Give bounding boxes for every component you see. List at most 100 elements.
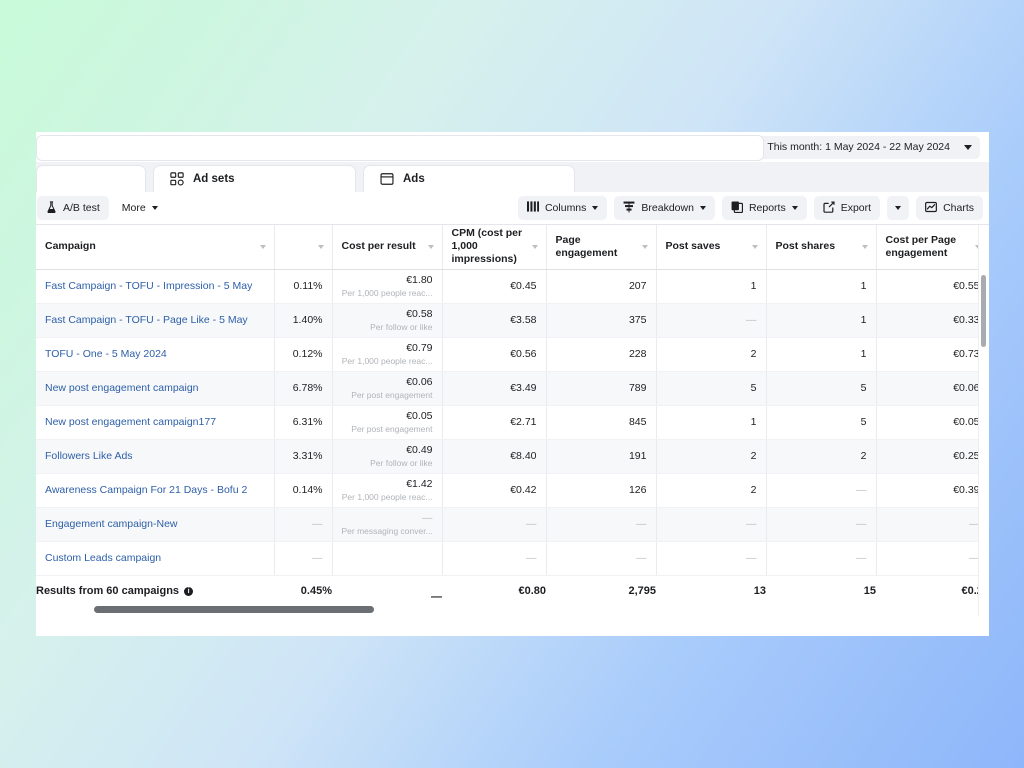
col-label-cost-per-result: Cost per result bbox=[341, 240, 416, 253]
cell-cpm: €0.42 bbox=[442, 473, 547, 508]
tab-ad-sets[interactable]: Ad sets bbox=[153, 165, 356, 192]
cost-per-result-value: €1.42 bbox=[406, 478, 433, 490]
cell-page-engagement: — bbox=[546, 507, 657, 542]
cell-cost-per-result: €0.06 Per post engagement bbox=[332, 371, 443, 406]
cost-per-result-unit: Per messaging conver... bbox=[341, 526, 433, 536]
tab-campaigns[interactable] bbox=[36, 165, 146, 192]
col-label-campaign: Campaign bbox=[45, 240, 96, 253]
campaign-link[interactable]: Custom Leads campaign bbox=[45, 552, 161, 564]
breakdown-label: Breakdown bbox=[641, 202, 694, 214]
columns-icon bbox=[526, 201, 539, 215]
campaign-link[interactable]: New post engagement campaign bbox=[45, 382, 199, 394]
date-range-selector[interactable]: This month: 1 May 2024 - 22 May 2024 bbox=[757, 135, 980, 159]
search-input[interactable] bbox=[36, 135, 764, 161]
summary-post-shares: 15 bbox=[863, 585, 876, 598]
table-header: Campaign Cost per result CPM (cost per 1… bbox=[36, 225, 989, 270]
cell-campaign: Followers Like Ads bbox=[36, 439, 275, 474]
info-icon[interactable]: i bbox=[184, 587, 194, 597]
export-label: Export bbox=[840, 202, 872, 214]
table-row[interactable]: Followers Like Ads 3.31% €0.49 Per follow o… bbox=[36, 439, 989, 474]
cell-ctr: 6.78% bbox=[274, 371, 333, 406]
table-toolbar: A/B test More Columns Breakdown Reports … bbox=[36, 192, 989, 224]
cell-campaign: Custom Leads campaign bbox=[36, 541, 275, 576]
chevron-down-icon bbox=[317, 244, 324, 249]
table-row[interactable]: Engagement campaign-New — — Per messaging c… bbox=[36, 507, 989, 542]
campaign-link[interactable]: Fast Campaign - TOFU - Page Like - 5 May bbox=[45, 314, 248, 326]
tab-ads-label: Ads bbox=[403, 173, 425, 185]
col-header-post-shares[interactable]: Post shares bbox=[766, 225, 877, 270]
cell-page-engagement: — bbox=[546, 541, 657, 576]
cell-cost-per-result: €0.49 Per follow or like bbox=[332, 439, 443, 474]
more-button[interactable]: More bbox=[113, 196, 167, 220]
vertical-scrollbar-track[interactable] bbox=[978, 225, 989, 616]
cost-per-result-unit: Per follow or like bbox=[370, 322, 433, 332]
col-header-cost-per-page-engagement[interactable]: Cost per Page engagement bbox=[876, 225, 989, 270]
summary-ctr: 0.45% bbox=[300, 585, 332, 598]
cell-post-shares: — bbox=[766, 507, 877, 542]
table-row[interactable]: New post engagement campaign177 6.31% €0.0… bbox=[36, 405, 989, 440]
vertical-scrollbar[interactable] bbox=[981, 275, 986, 347]
reports-icon bbox=[731, 201, 743, 216]
cell-page-engagement: 126 bbox=[546, 473, 657, 508]
export-button[interactable]: Export bbox=[813, 196, 881, 220]
summary-title: Results from 60 campaigns bbox=[36, 585, 180, 598]
cell-campaign: Fast Campaign - TOFU - Page Like - 5 May bbox=[36, 303, 275, 338]
export-icon bbox=[823, 201, 835, 216]
table-row[interactable]: Custom Leads campaign — — — — — — bbox=[36, 541, 989, 576]
ab-test-button[interactable]: A/B test bbox=[37, 196, 109, 220]
cell-campaign: Fast Campaign - TOFU - Impression - 5 Ma… bbox=[36, 269, 275, 304]
cost-per-result-value: €0.05 bbox=[406, 410, 433, 422]
col-header-cost-per-result[interactable]: Cost per result bbox=[332, 225, 443, 270]
reports-button[interactable]: Reports bbox=[721, 196, 807, 220]
ads-window-icon bbox=[380, 172, 394, 186]
cell-post-saves: 2 bbox=[656, 473, 767, 508]
cell-post-shares: 1 bbox=[766, 303, 877, 338]
table-row[interactable]: Fast Campaign - TOFU - Page Like - 5 May… bbox=[36, 303, 989, 338]
campaign-link[interactable]: Fast Campaign - TOFU - Impression - 5 Ma… bbox=[45, 280, 252, 292]
cell-post-shares: 5 bbox=[766, 405, 877, 440]
cell-post-shares: 2 bbox=[766, 439, 877, 474]
horizontal-scrollbar[interactable] bbox=[94, 606, 374, 613]
col-header-page-engagement[interactable]: Page engagement bbox=[546, 225, 657, 270]
table-row[interactable]: Awareness Campaign For 21 Days - Bofu 2 0… bbox=[36, 473, 989, 508]
cell-post-shares: — bbox=[766, 541, 877, 576]
cell-ctr: 1.40% bbox=[274, 303, 333, 338]
campaign-link[interactable]: Awareness Campaign For 21 Days - Bofu 2 bbox=[45, 484, 247, 496]
table-row[interactable]: New post engagement campaign 6.78% €0.06 Pe… bbox=[36, 371, 989, 406]
cell-cost-per-page-engagement: — bbox=[876, 507, 989, 542]
campaign-link[interactable]: Engagement campaign-New bbox=[45, 518, 178, 530]
table-row[interactable]: TOFU - One - 5 May 2024 0.12% €0.79 Per 1,0… bbox=[36, 337, 989, 372]
tab-ad-sets-label: Ad sets bbox=[193, 173, 235, 185]
summary-page-engagement: 2,795 bbox=[628, 585, 656, 598]
cell-page-engagement: 228 bbox=[546, 337, 657, 372]
cell-cost-per-page-engagement: €0.55 bbox=[876, 269, 989, 304]
cell-page-engagement: 375 bbox=[546, 303, 657, 338]
ads-manager-window: This month: 1 May 2024 - 22 May 2024 Ad … bbox=[36, 132, 989, 636]
table-row[interactable]: Fast Campaign - TOFU - Impression - 5 Ma… bbox=[36, 269, 989, 304]
campaign-link[interactable]: New post engagement campaign177 bbox=[45, 416, 216, 428]
cell-ctr: 3.31% bbox=[274, 439, 333, 474]
cell-cost-per-page-engagement: €0.25 bbox=[876, 439, 989, 474]
col-header-cpm[interactable]: CPM (cost per 1,000 impressions) bbox=[442, 225, 547, 270]
export-dropdown-button[interactable] bbox=[887, 196, 910, 220]
cell-post-shares: 5 bbox=[766, 371, 877, 406]
cost-per-result-unit: Per post engagement bbox=[351, 390, 433, 400]
campaigns-table-container[interactable]: Campaign Cost per result CPM (cost per 1… bbox=[36, 224, 989, 619]
tab-ads[interactable]: Ads bbox=[363, 165, 575, 192]
cost-per-result-value: €0.49 bbox=[406, 444, 433, 456]
campaign-link[interactable]: Followers Like Ads bbox=[45, 450, 133, 462]
col-header-campaign[interactable]: Campaign bbox=[36, 225, 275, 270]
chevron-down-icon bbox=[699, 206, 706, 210]
cell-ctr: 0.11% bbox=[274, 269, 333, 304]
cell-cost-per-page-engagement: €0.33 bbox=[876, 303, 989, 338]
col-header-ctr[interactable] bbox=[274, 225, 333, 270]
cell-cost-per-result: €0.79 Per 1,000 people reac... bbox=[332, 337, 443, 372]
campaign-link[interactable]: TOFU - One - 5 May 2024 bbox=[45, 348, 167, 360]
columns-button[interactable]: Columns bbox=[517, 196, 608, 220]
chevron-down-icon bbox=[641, 244, 648, 249]
cell-campaign: New post engagement campaign177 bbox=[36, 405, 275, 440]
charts-button[interactable]: Charts bbox=[916, 196, 983, 220]
col-header-post-saves[interactable]: Post saves bbox=[656, 225, 767, 270]
columns-label: Columns bbox=[544, 202, 587, 214]
breakdown-button[interactable]: Breakdown bbox=[614, 196, 715, 220]
